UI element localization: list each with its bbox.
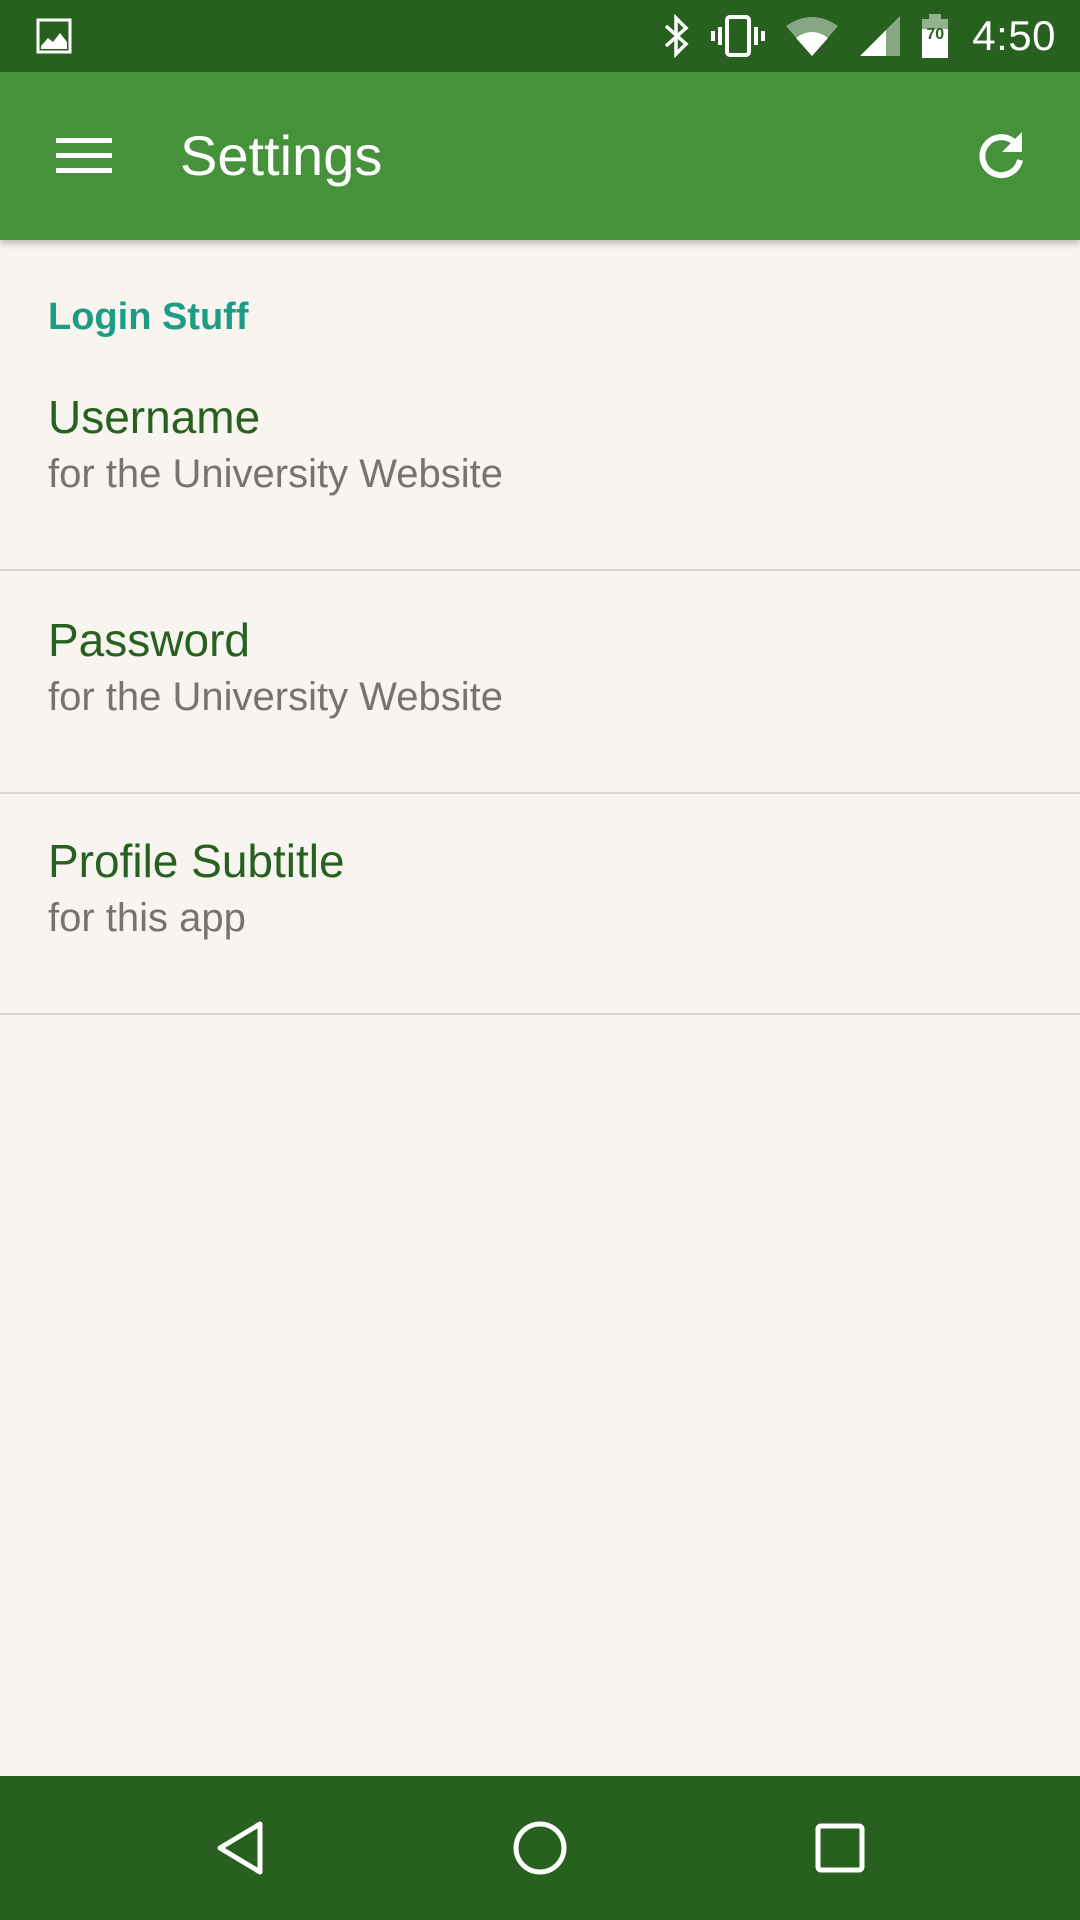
preference-title: Username	[48, 391, 261, 443]
recents-icon[interactable]	[792, 1800, 888, 1896]
preference-profile-subtitle[interactable]: Profile Subtitle for this app	[0, 792, 1080, 1015]
preference-title: Password	[48, 614, 250, 666]
status-bar: 70 4:50	[0, 0, 1080, 72]
preference-title: Profile Subtitle	[48, 835, 345, 887]
battery-icon: 70	[920, 12, 950, 60]
hamburger-menu-icon[interactable]	[36, 108, 132, 204]
cell-signal-icon	[858, 14, 902, 58]
status-icons: 70 4:50	[662, 0, 1056, 72]
category-header: Login Stuff	[48, 296, 249, 338]
app-bar: Settings	[0, 72, 1080, 240]
back-icon[interactable]	[192, 1800, 288, 1896]
preference-username[interactable]: Username for the University Website	[0, 348, 1080, 571]
wifi-icon	[784, 14, 840, 58]
vibrate-icon	[710, 14, 766, 58]
preference-password[interactable]: Password for the University Website	[0, 571, 1080, 794]
status-time: 4:50	[972, 12, 1056, 59]
bluetooth-icon	[662, 14, 692, 58]
page-title: Settings	[180, 124, 383, 187]
preference-summary: for this app	[48, 896, 246, 940]
refresh-icon[interactable]	[954, 108, 1050, 204]
battery-level-text: 70	[926, 26, 945, 43]
preference-summary: for the University Website	[48, 675, 503, 719]
navigation-bar	[0, 1776, 1080, 1920]
home-icon[interactable]	[492, 1800, 588, 1896]
image-notification-icon	[36, 18, 72, 54]
preference-summary: for the University Website	[48, 452, 503, 496]
